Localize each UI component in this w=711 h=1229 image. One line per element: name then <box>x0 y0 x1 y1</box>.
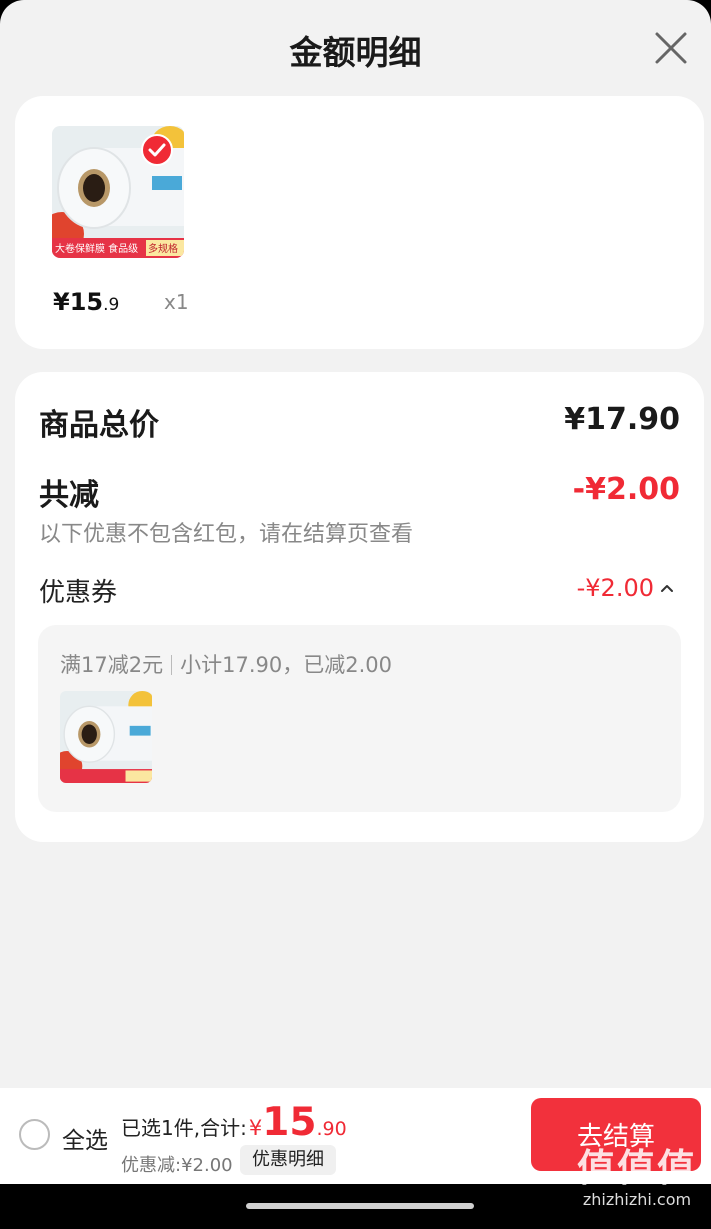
total-price-value: ¥17.90 <box>564 402 680 437</box>
product-price-int: ¥15 <box>53 288 104 316</box>
total-currency: ¥ <box>248 1116 263 1140</box>
coupon-value-toggle[interactable]: -¥2.00 <box>577 574 674 602</box>
discount-amount: 优惠减:¥2.00 <box>121 1155 233 1176</box>
total-amount-dec: .90 <box>316 1118 347 1140</box>
watermark-logo: 值值值 <box>576 1146 697 1190</box>
home-indicator <box>246 1203 474 1209</box>
coupon-description: 满17减2元 小计17.90，已减2.00 <box>60 649 392 679</box>
discount-detail-button[interactable]: 优惠明细 <box>240 1145 336 1175</box>
coupon-detail-box: 满17减2元 小计17.90，已减2.00 <box>38 625 681 812</box>
chevron-up-icon <box>661 585 673 592</box>
product-price-dec: .9 <box>103 295 120 315</box>
discount-note: 以下优惠不包含红包，请在结算页查看 <box>39 522 414 547</box>
total-price-label: 商品总价 <box>39 408 159 443</box>
selected-check-icon[interactable] <box>141 134 173 166</box>
summary-card: 商品总价 ¥17.90 共减 -¥2.00 以下优惠不包含红包，请在结算页查看 … <box>15 372 704 842</box>
amount-detail-sheet: 金额明细 大卷保鲜膜 食品级 多规格 ¥15.9 x1 商品总价 ¥17.90 … <box>0 0 711 1184</box>
sheet-title: 金额明细 <box>289 33 422 72</box>
coupon-product-image <box>60 691 152 783</box>
total-amount-int: 15 <box>262 1100 317 1145</box>
coupon-subtotal: 小计17.90，已减2.00 <box>180 653 392 677</box>
coupon-value: -¥2.00 <box>576 574 654 602</box>
selected-count: 已选1件,合计: <box>121 1116 247 1140</box>
select-all-label[interactable]: 全选 <box>62 1121 108 1155</box>
product-price: ¥15.9 <box>53 288 119 316</box>
svg-text:多规格: 多规格 <box>148 242 178 255</box>
product-card: 大卷保鲜膜 食品级 多规格 ¥15.9 x1 <box>15 96 704 349</box>
total-line: 已选1件,合计: ¥ 15 .90 <box>121 1100 347 1145</box>
svg-text:大卷保鲜膜 食品级: 大卷保鲜膜 食品级 <box>55 242 138 255</box>
coupon-label: 优惠券 <box>39 578 118 608</box>
reduce-value: -¥2.00 <box>572 472 680 507</box>
watermark-domain: zhizhizhi.com <box>582 1190 692 1209</box>
coupon-rule: 满17减2元 <box>60 653 164 677</box>
product-quantity: x1 <box>164 290 189 314</box>
select-all-radio[interactable] <box>19 1119 50 1150</box>
divider <box>171 655 173 675</box>
reduce-label: 共减 <box>39 478 99 513</box>
site-watermark: 值值值 zhizhizhi.com <box>577 1146 697 1209</box>
close-icon[interactable] <box>653 30 689 66</box>
